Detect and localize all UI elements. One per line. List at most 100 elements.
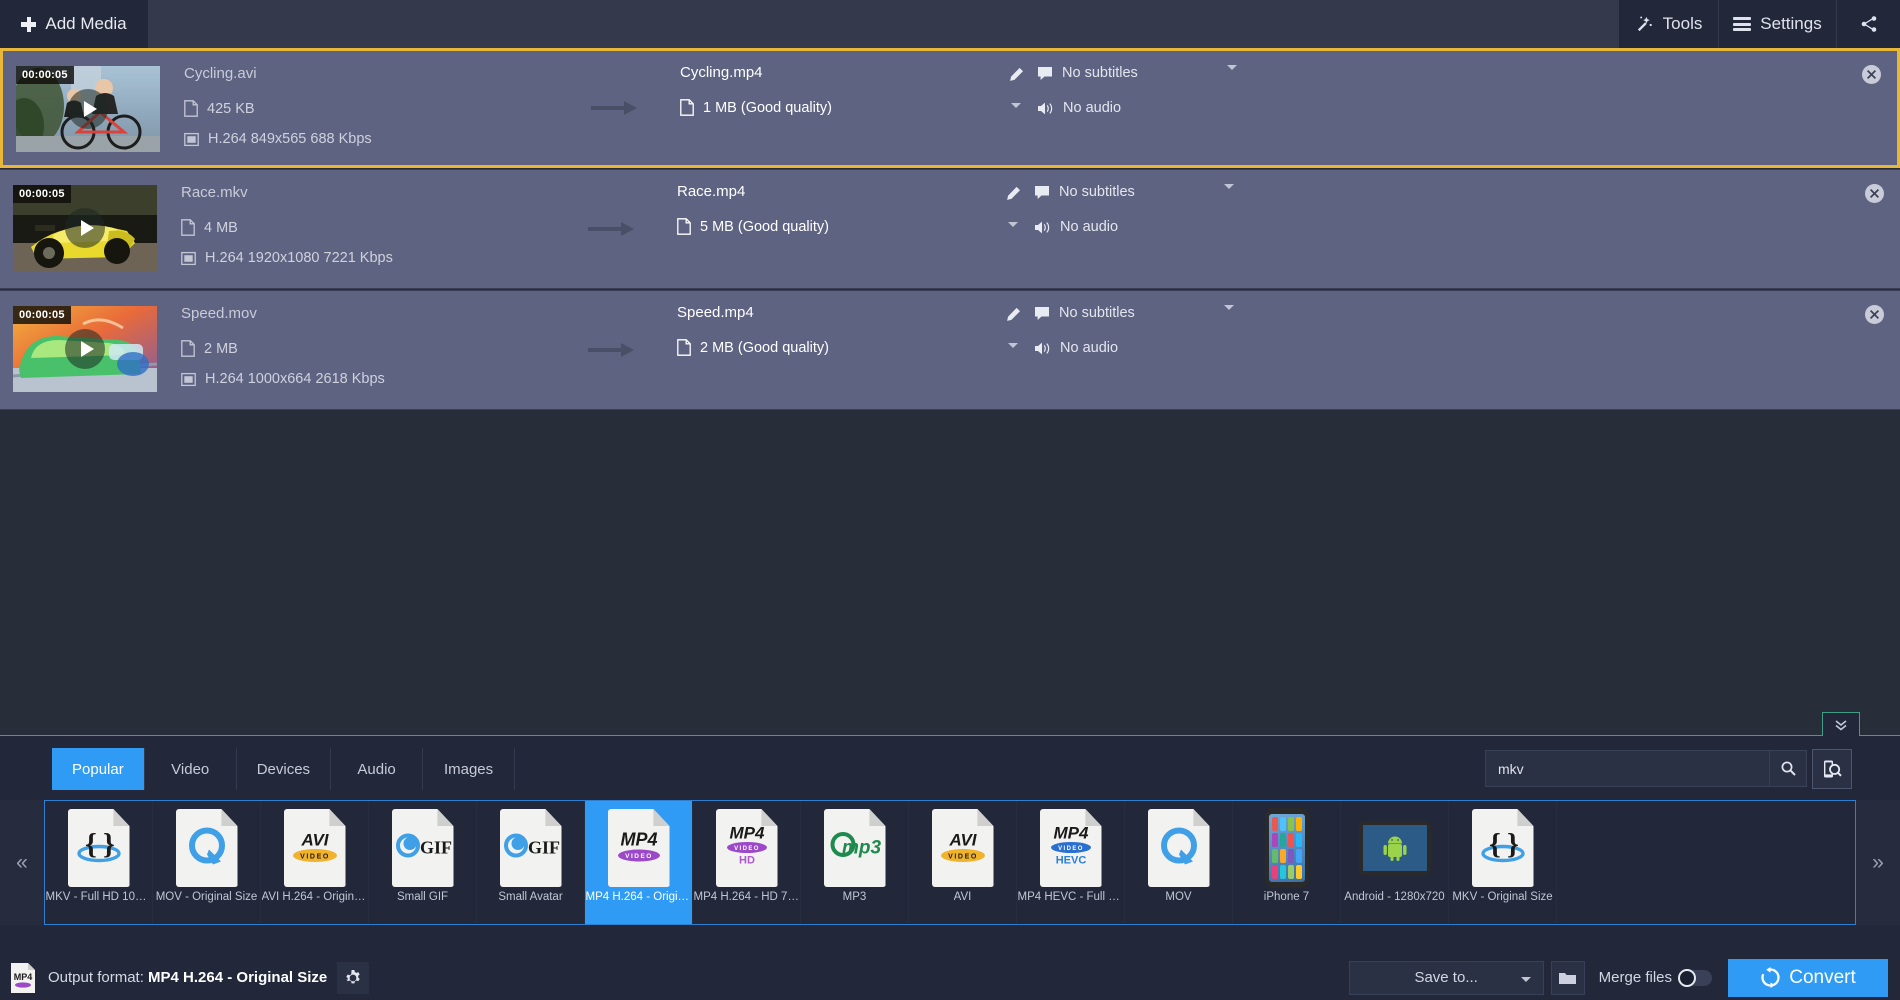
edit-pencil-icon[interactable] [1005,307,1021,323]
edit-pencil-icon[interactable] [1005,186,1021,202]
tools-button[interactable]: Tools [1618,0,1718,48]
search-input[interactable] [1485,750,1770,787]
share-button[interactable] [1836,0,1900,48]
remove-file-button[interactable] [1865,184,1884,203]
preset-strip: { } MKV - Full HD 1080p MOV - Original S… [44,800,1856,925]
preset-scroll-left-button[interactable]: « [0,800,44,925]
subtitles-row[interactable]: No subtitles [1034,184,1224,200]
svg-text:MP4: MP4 [729,824,765,843]
subtitles-dropdown-caret[interactable] [1224,305,1234,327]
file-row[interactable]: 00:00:05 Race.mkv 4 MB H.264 1920x1080 7… [0,169,1900,289]
preset-card[interactable]: { } MKV - Full HD 1080p [45,801,153,924]
merge-files-toggle[interactable] [1678,968,1712,987]
convert-button[interactable]: Convert [1728,958,1888,997]
preset-tab-video[interactable]: Video [145,748,237,790]
output-size-dropdown-caret[interactable] [1011,103,1021,108]
duration-badge: 00:00:05 [16,66,74,84]
subtitles-dropdown-caret[interactable] [1224,184,1234,206]
subtitles-dropdown-caret[interactable] [1227,65,1237,87]
video-thumbnail[interactable]: 00:00:05 [13,185,157,271]
output-info-column: Race.mp4 5 MB (Good quality) [677,170,992,288]
play-preview-button[interactable] [65,208,105,248]
audio-value: No audio [1063,100,1122,116]
preset-card[interactable]: MOV [1125,801,1233,924]
output-size-row: 2 MB (Good quality) [677,339,992,356]
preset-card[interactable]: MOV - Original Size [153,801,261,924]
conversion-arrow [547,170,677,288]
play-preview-button[interactable] [65,329,105,369]
gif-doc-icon: GIF [391,809,454,887]
subtitles-row[interactable]: No subtitles [1037,65,1227,81]
preset-card[interactable]: GIF Small GIF [369,801,477,924]
device-search-icon [1824,760,1842,777]
tools-label: Tools [1662,14,1703,33]
audio-row[interactable]: No audio [1034,340,1224,356]
output-file-name: Race.mp4 [677,183,746,200]
svg-text:GIF: GIF [528,838,560,858]
source-codec-value: H.264 849x565 688 Kbps [208,131,372,147]
duration-badge: 00:00:05 [13,306,71,324]
video-thumbnail[interactable]: 00:00:05 [13,306,157,392]
save-to-dropdown[interactable]: Save to... [1348,960,1544,995]
settings-button[interactable]: Settings [1718,0,1836,48]
browse-folder-button[interactable] [1550,960,1585,995]
preset-label: MP4 H.264 - HD 720p [693,891,800,903]
preset-card[interactable]: AVI VIDEO AVI [909,801,1017,924]
audio-row[interactable]: No audio [1034,219,1224,235]
output-size-dropdown-caret[interactable] [1008,343,1018,348]
preset-label: MOV [1165,891,1192,903]
subtitles-dropdown-column [1224,291,1264,409]
collapse-panel-button[interactable] [1822,712,1860,736]
output-format-status: Output format: MP4 H.264 - Original Size [48,969,327,986]
preset-tab-devices[interactable]: Devices [237,748,332,790]
preset-card[interactable]: iPhone 7 [1233,801,1341,924]
preset-tab-popular[interactable]: Popular [52,748,145,790]
source-info-column: Race.mkv 4 MB H.264 1920x1080 7221 Kbps [157,170,547,288]
svg-text:AVI: AVI [948,831,977,850]
preset-thumbnail: MP4 VIDEO HD [710,807,784,889]
android-device-icon [1358,821,1431,875]
edit-pencil-icon[interactable] [1008,67,1024,83]
output-settings-button[interactable] [337,961,370,994]
file-row[interactable]: 00:00:05 Cycling.avi 425 KB H.264 849x56… [0,48,1900,168]
preset-card[interactable]: MP4 VIDEO HD MP4 H.264 - HD 720p [693,801,801,924]
svg-text:VIDEO: VIDEO [734,846,760,852]
video-thumbnail[interactable]: 00:00:05 [16,66,160,152]
preset-card[interactable]: AVI VIDEO AVI H.264 - Original ... [261,801,369,924]
play-preview-button[interactable] [68,89,108,129]
preset-tab-audio[interactable]: Audio [331,748,424,790]
audio-value: No audio [1060,340,1119,356]
folder-icon [1559,972,1577,984]
chevron-double-down-icon [1835,719,1847,731]
svg-text:mp3: mp3 [842,838,882,859]
output-size-value: 5 MB (Good quality) [700,218,829,235]
add-media-button[interactable]: Add Media [0,0,148,48]
merge-files-label: Merge files [1598,969,1672,986]
remove-file-button[interactable] [1862,65,1881,84]
preset-card[interactable]: mp3 MP3 [801,801,909,924]
output-size-dropdown-caret[interactable] [1008,222,1018,227]
file-row[interactable]: 00:00:05 Speed.mov 2 MB H.264 1000x664 2… [0,290,1900,410]
svg-text:GIF: GIF [420,838,452,858]
subtitles-dropdown-column [1227,51,1267,165]
source-codec-value: H.264 1000x664 2618 Kbps [205,371,385,387]
settings-label: Settings [1760,14,1822,33]
subtitles-dropdown-column [1224,170,1264,288]
preset-card[interactable]: Android - 1280x720 [1341,801,1449,924]
preset-label: MKV - Full HD 1080p [45,891,152,903]
preset-thumbnail: mp3 [818,807,892,889]
audio-row[interactable]: No audio [1037,100,1227,116]
remove-file-button[interactable] [1865,305,1884,324]
search-button[interactable] [1770,750,1807,787]
subtitles-row[interactable]: No subtitles [1034,305,1224,321]
preset-scroll-right-button[interactable]: » [1856,800,1900,925]
preset-card[interactable]: MP4 VIDEO MP4 H.264 - Original ... [585,801,693,924]
mp4-hd-doc-icon: MP4 VIDEO HD [715,809,778,887]
preset-tab-images[interactable]: Images [423,748,516,790]
convert-label: Convert [1789,966,1856,988]
device-search-button[interactable] [1812,748,1852,789]
preset-card[interactable]: MP4 VIDEO HEVC MP4 HEVC - Full HD 1... [1017,801,1125,924]
preset-card[interactable]: { } MKV - Original Size [1449,801,1557,924]
plus-icon [21,16,37,32]
preset-card[interactable]: GIF Small Avatar [477,801,585,924]
